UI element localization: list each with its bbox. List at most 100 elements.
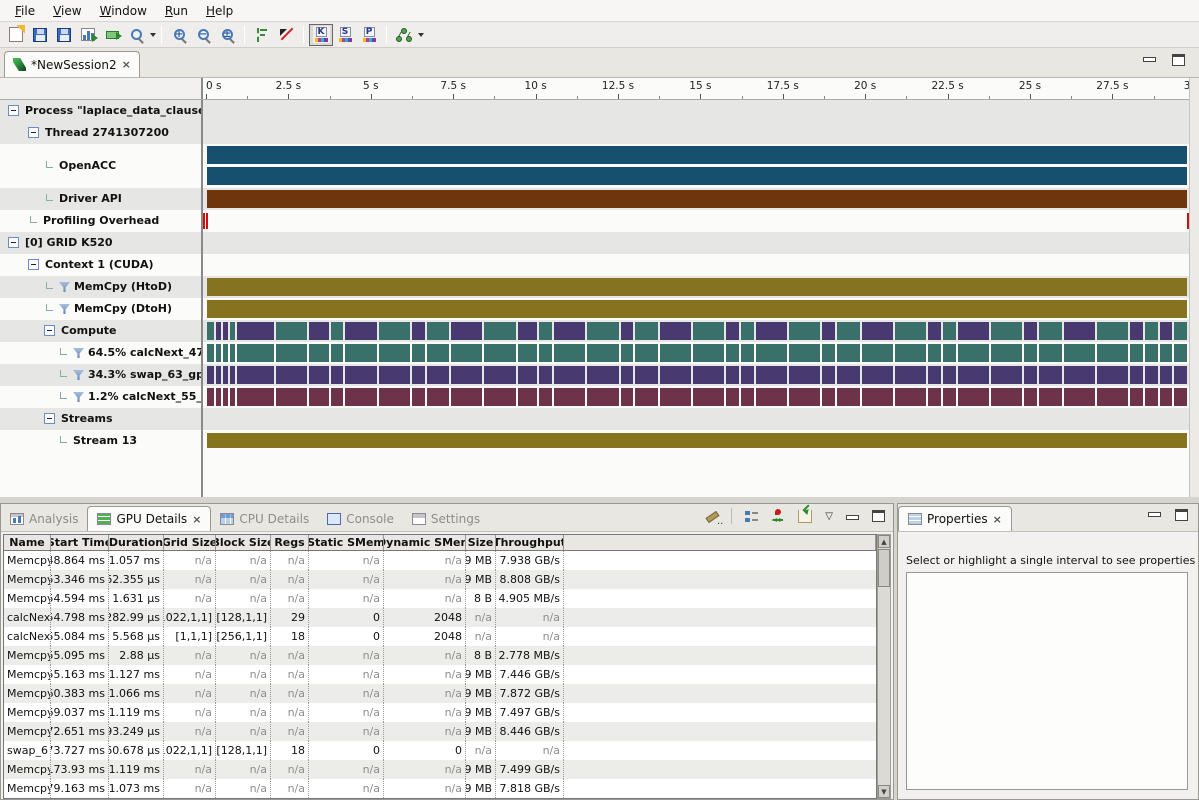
table-cell[interactable]: Memcpy (4, 684, 51, 703)
tab-cpu-details[interactable]: CPU Details (211, 506, 318, 531)
table-cell[interactable]: n/a (309, 703, 384, 722)
filter-icon[interactable] (73, 348, 84, 358)
tree-item-label[interactable]: Streams (0, 408, 203, 430)
table-cell[interactable]: 172.651 ms (51, 722, 109, 741)
table-cell[interactable]: Memcpy (4, 665, 51, 684)
column-header[interactable]: Dynamic SMem (384, 535, 466, 550)
table-cell[interactable]: 8.808 GB/s (496, 570, 564, 589)
tree-item-label[interactable]: Driver API (0, 188, 203, 210)
outline-icon[interactable] (745, 510, 758, 523)
timeline-lane[interactable] (203, 430, 1189, 452)
table-cell[interactable]: n/a (216, 722, 271, 741)
colorby-process-button[interactable]: P (357, 24, 381, 46)
table-cell[interactable]: n/a (164, 589, 216, 608)
table-cell[interactable]: n/a (466, 741, 496, 760)
examine-dropdown[interactable] (150, 33, 156, 37)
table-row[interactable]: calcNext155.084 ms5.568 µs[1,1,1][256,1,… (4, 627, 876, 646)
table-cell[interactable]: 9 MB (466, 760, 496, 779)
timeline-lane[interactable] (203, 386, 1189, 408)
column-header[interactable]: Static SMem (309, 535, 384, 550)
tree-item-label[interactable]: Thread 2741307200 (0, 122, 203, 144)
table-row[interactable]: calcNext154.798 ms282.99 µs[1022,1,1][12… (4, 608, 876, 627)
table-cell[interactable]: 7.872 GB/s (496, 684, 564, 703)
table-cell[interactable]: n/a (496, 608, 564, 627)
table-cell[interactable]: 154.798 ms (51, 608, 109, 627)
interval-bar[interactable] (207, 366, 1187, 384)
interval-segment[interactable] (956, 322, 989, 340)
tree-item-label[interactable]: Profiling Overhead (0, 210, 203, 232)
show-in-timeline-icon[interactable] (771, 509, 785, 523)
tree-item-label[interactable]: [0] GRID K520 (0, 232, 203, 254)
zoom-in-button[interactable]: + (167, 24, 191, 46)
table-cell[interactable]: n/a (216, 646, 271, 665)
table-cell[interactable]: 9 MB (466, 722, 496, 741)
table-cell[interactable]: 155.163 ms (51, 665, 109, 684)
timeline-lane[interactable] (203, 122, 1189, 144)
table-cell[interactable]: Memcpy (4, 760, 51, 779)
table-row[interactable]: Memcpy173.93 ms1.119 msn/an/an/an/an/a9 … (4, 760, 876, 779)
table-cell[interactable]: n/a (216, 589, 271, 608)
table-cell[interactable]: n/a (271, 551, 309, 570)
column-header[interactable]: Throughput (496, 535, 564, 550)
tab-analysis[interactable]: Analysis (1, 506, 87, 531)
interval-segment[interactable] (1158, 322, 1173, 340)
table-cell[interactable]: 8 B (466, 646, 496, 665)
interval-segment[interactable] (860, 322, 893, 340)
interval-bar[interactable] (207, 433, 1187, 448)
table-cell[interactable]: n/a (216, 779, 271, 798)
table-cell[interactable]: [128,1,1] (216, 741, 271, 760)
table-cell[interactable]: n/a (309, 665, 384, 684)
table-row[interactable]: Memcpy169.037 ms1.119 msn/an/an/an/an/a9… (4, 703, 876, 722)
table-cell[interactable]: n/a (309, 551, 384, 570)
colorby-stream-button[interactable]: S (333, 24, 357, 46)
tree-item-label[interactable]: 1.2% calcNext_55_g... (0, 386, 203, 408)
table-cell[interactable]: n/a (384, 703, 466, 722)
table-row[interactable]: Memcpy153.346 ms62.355 µsn/an/an/an/an/a… (4, 570, 876, 589)
view-menu-icon[interactable]: ▽ (825, 511, 833, 522)
table-cell[interactable]: 173.727 ms (51, 741, 109, 760)
table-cell[interactable]: n/a (384, 551, 466, 570)
table-cell[interactable]: n/a (309, 760, 384, 779)
table-cell[interactable]: n/a (309, 646, 384, 665)
table-cell[interactable]: Memcpy (4, 570, 51, 589)
table-cell[interactable]: n/a (309, 684, 384, 703)
table-cell[interactable]: n/a (216, 684, 271, 703)
save-button[interactable] (28, 24, 52, 46)
interval-segment[interactable] (754, 322, 787, 340)
table-cell[interactable]: n/a (384, 722, 466, 741)
table-cell[interactable]: Memcpy (4, 722, 51, 741)
table-cell[interactable]: n/a (271, 570, 309, 589)
overhead-tick[interactable] (206, 213, 208, 229)
table-cell[interactable]: 1.631 µs (109, 589, 164, 608)
interval-segment[interactable] (552, 322, 585, 340)
table-cell[interactable]: n/a (164, 665, 216, 684)
table-cell[interactable]: calcNext (4, 627, 51, 646)
table-cell[interactable]: 9 MB (466, 551, 496, 570)
table-cell[interactable]: 1.073 ms (109, 779, 164, 798)
colorby-kernel-button[interactable]: K (309, 24, 333, 46)
timeline-lane[interactable] (203, 408, 1189, 430)
save-all-button[interactable]: .. (52, 24, 76, 46)
column-header[interactable]: Regs (271, 535, 309, 550)
tab-newsession2[interactable]: *NewSession2 × (4, 51, 140, 77)
properties-tab-close-icon[interactable]: × (993, 513, 1002, 526)
tree-item-label[interactable]: MemCpy (HtoD) (0, 276, 203, 298)
table-cell[interactable]: 1.066 ms (109, 684, 164, 703)
table-cell[interactable]: n/a (164, 703, 216, 722)
collapse-icon[interactable] (44, 413, 55, 424)
column-header[interactable]: Block Size (216, 535, 271, 550)
table-cell[interactable]: n/a (271, 665, 309, 684)
column-header[interactable]: Duration (109, 535, 164, 550)
table-cell[interactable]: 1.057 ms (109, 551, 164, 570)
table-cell[interactable]: 155.095 ms (51, 646, 109, 665)
timeline-lane[interactable] (203, 188, 1189, 210)
filter-icon[interactable] (59, 282, 70, 292)
table-cell[interactable]: 0 (309, 741, 384, 760)
table-cell[interactable]: n/a (271, 646, 309, 665)
interval-segment[interactable] (235, 322, 273, 340)
table-cell[interactable]: n/a (384, 760, 466, 779)
table-cell[interactable]: 148.864 ms (51, 551, 109, 570)
table-cell[interactable]: Memcpy (4, 646, 51, 665)
table-cell[interactable]: 9 MB (466, 665, 496, 684)
tree-item-label[interactable]: Compute (0, 320, 203, 342)
